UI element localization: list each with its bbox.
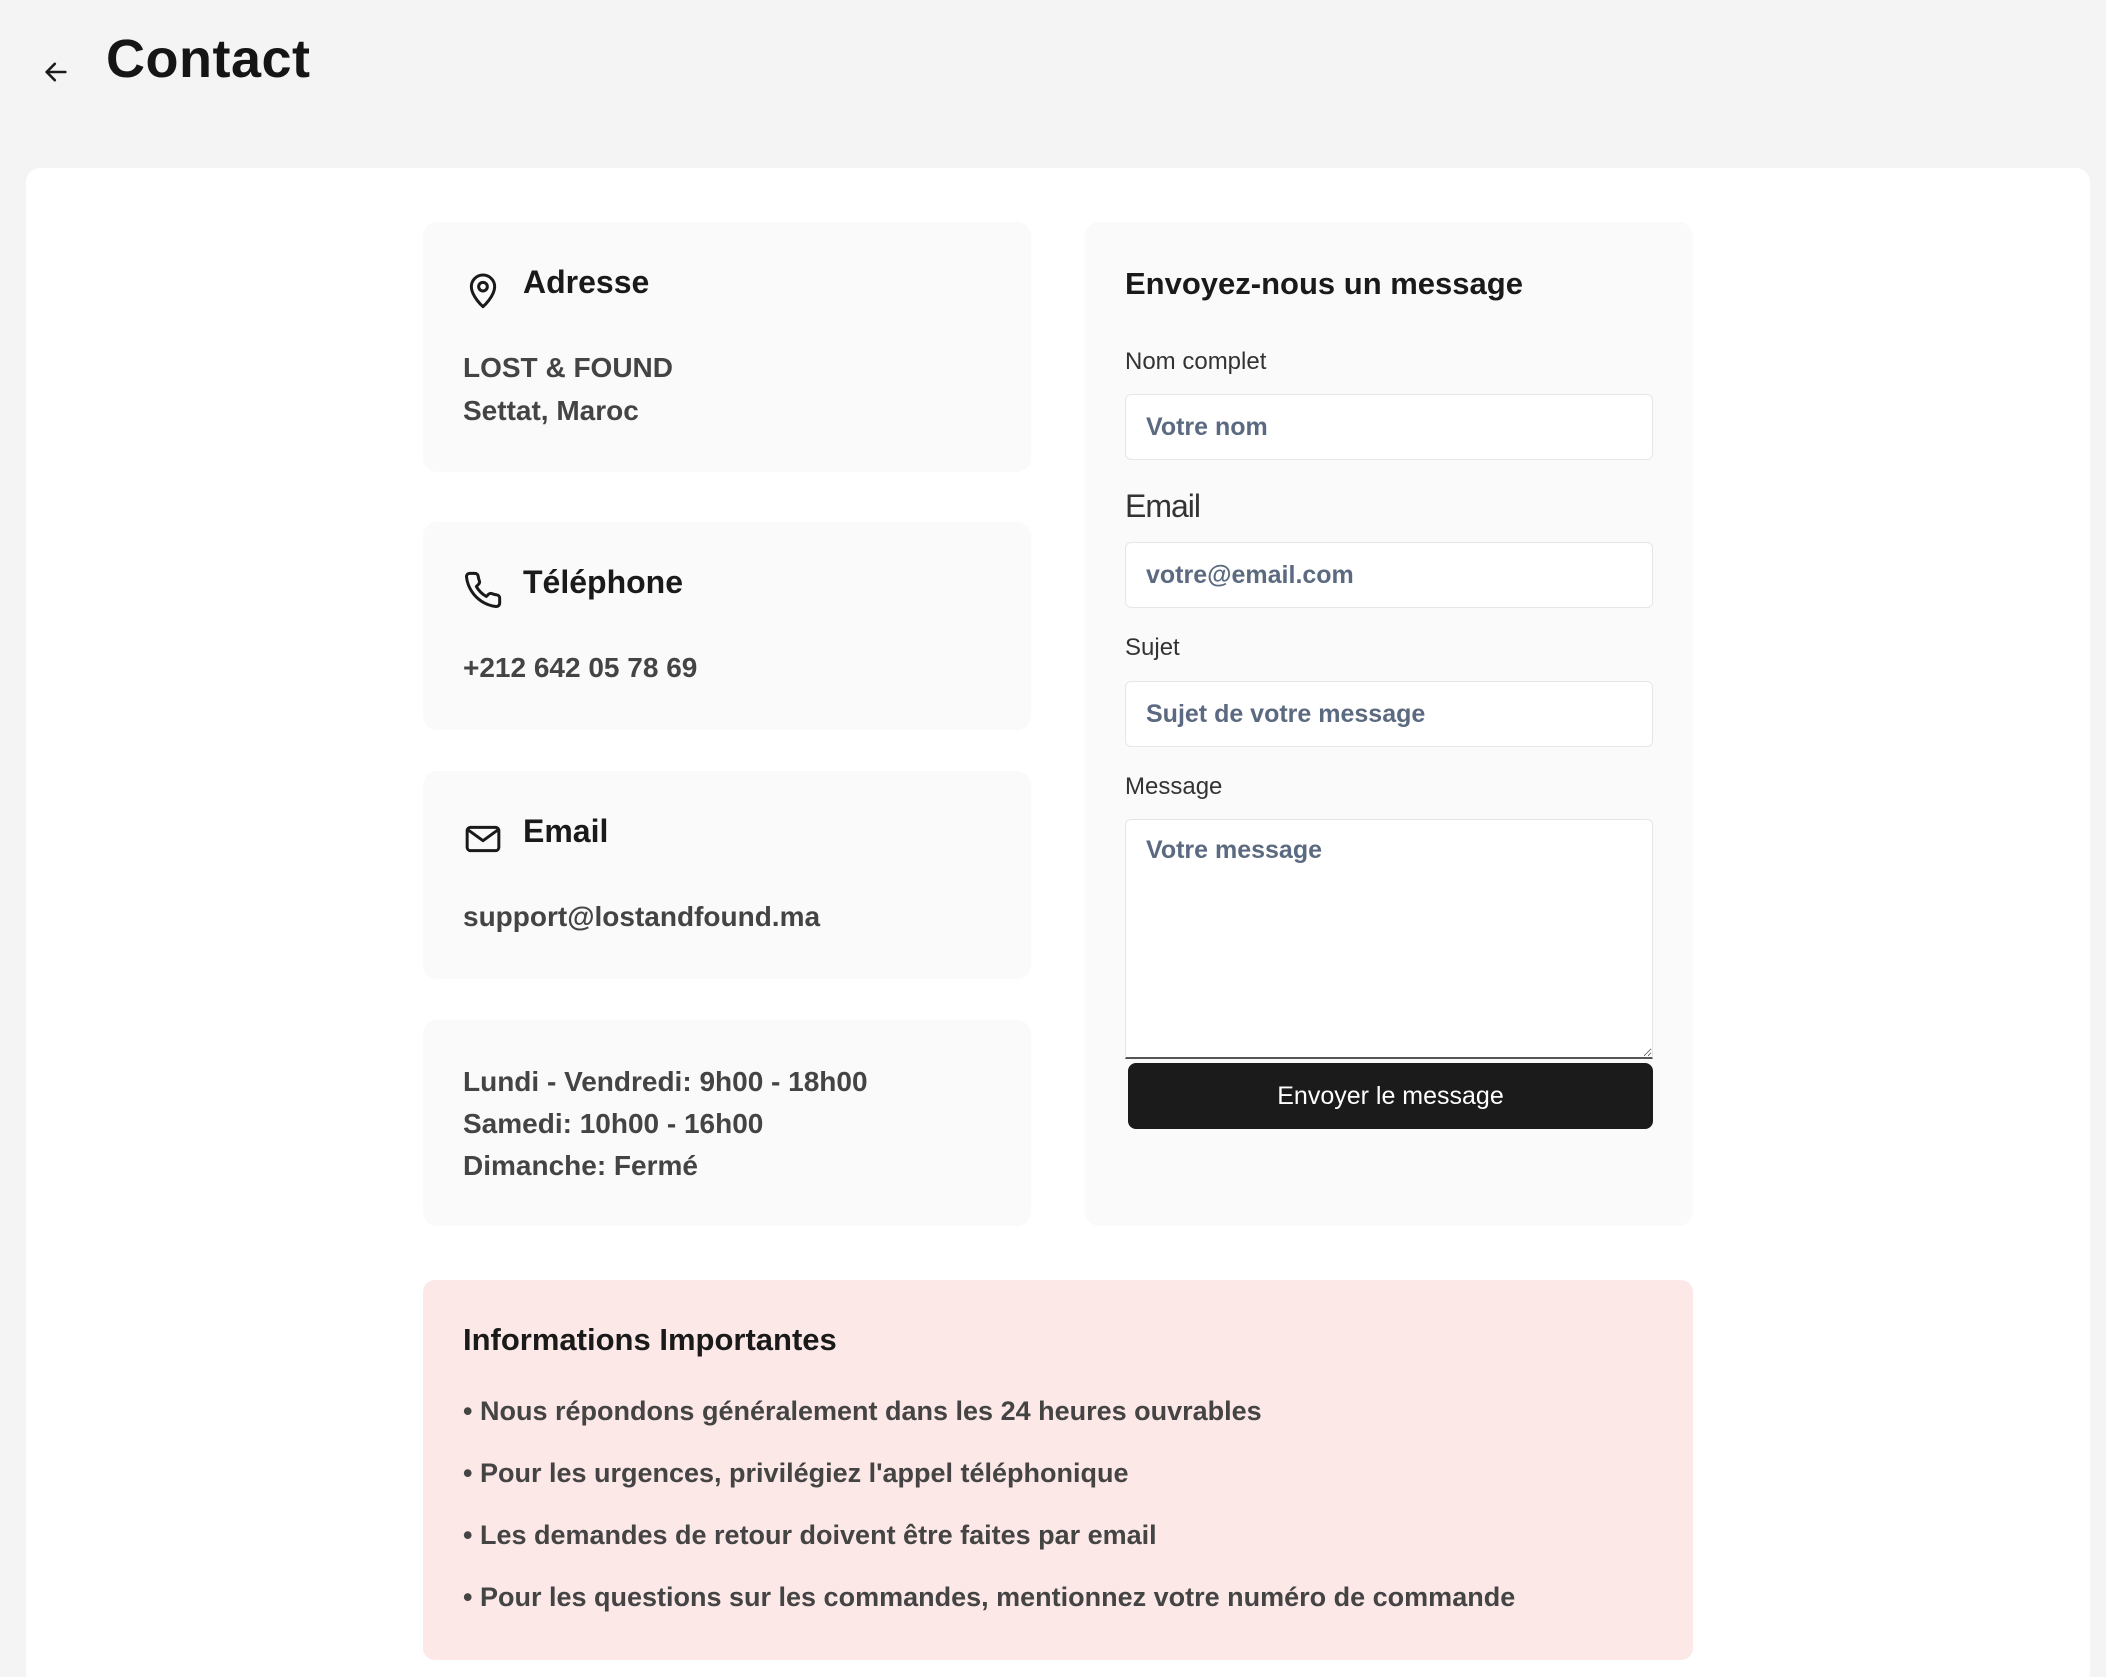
- page-title: Contact: [106, 29, 311, 89]
- back-button[interactable]: [38, 54, 74, 90]
- subject-label: Sujet: [1125, 634, 1180, 661]
- phone-number[interactable]: +212 642 05 78 69: [463, 646, 697, 689]
- email-title: Email: [523, 813, 609, 849]
- notice-title: Informations Importantes: [463, 1322, 837, 1357]
- address-title: Adresse: [523, 264, 650, 300]
- email-label: Email: [1125, 488, 1201, 524]
- hours-saturday: Samedi: 10h00 - 16h00: [463, 1108, 764, 1139]
- name-label: Nom complet: [1125, 348, 1267, 375]
- form-title: Envoyez-nous un message: [1125, 266, 1523, 301]
- notice-item: • Pour les urgences, privilégiez l'appel…: [463, 1458, 1129, 1488]
- email-input[interactable]: [1125, 542, 1653, 608]
- address-line-1: LOST & FOUND: [463, 352, 673, 383]
- email-card: Email support@lostandfound.ma: [423, 771, 1031, 979]
- address-line-2: Settat, Maroc: [463, 395, 639, 426]
- mail-icon: [465, 825, 501, 853]
- notice-item: • Nous répondons généralement dans les 2…: [463, 1396, 1262, 1426]
- send-message-button[interactable]: Envoyer le message: [1128, 1063, 1653, 1129]
- page-header: Contact: [0, 0, 2106, 168]
- notice-list: • Nous répondons généralement dans les 2…: [463, 1392, 1515, 1640]
- notice-item: • Les demandes de retour doivent être fa…: [463, 1520, 1157, 1550]
- email-address[interactable]: support@lostandfound.ma: [463, 895, 820, 938]
- hours-card: Lundi - Vendredi: 9h00 - 18h00 Samedi: 1…: [423, 1020, 1031, 1226]
- subject-input[interactable]: [1125, 681, 1653, 747]
- name-input[interactable]: [1125, 394, 1653, 460]
- phone-card: Téléphone +212 642 05 78 69: [423, 522, 1031, 730]
- contact-form: Envoyez-nous un message Nom complet Emai…: [1085, 222, 1693, 1226]
- phone-title: Téléphone: [523, 564, 684, 600]
- hours-weekdays: Lundi - Vendredi: 9h00 - 18h00: [463, 1066, 868, 1097]
- arrow-left-icon: [45, 62, 67, 82]
- message-textarea[interactable]: [1125, 819, 1653, 1059]
- message-label: Message: [1125, 773, 1223, 800]
- address-card: Adresse LOST & FOUND Settat, Maroc: [423, 222, 1031, 472]
- important-info-panel: Informations Importantes • Nous répondon…: [423, 1280, 1693, 1660]
- phone-icon: [465, 571, 502, 608]
- notice-item: • Pour les questions sur les commandes, …: [463, 1582, 1516, 1612]
- hours-sunday: Dimanche: Fermé: [463, 1150, 698, 1181]
- map-pin-icon: [469, 273, 497, 309]
